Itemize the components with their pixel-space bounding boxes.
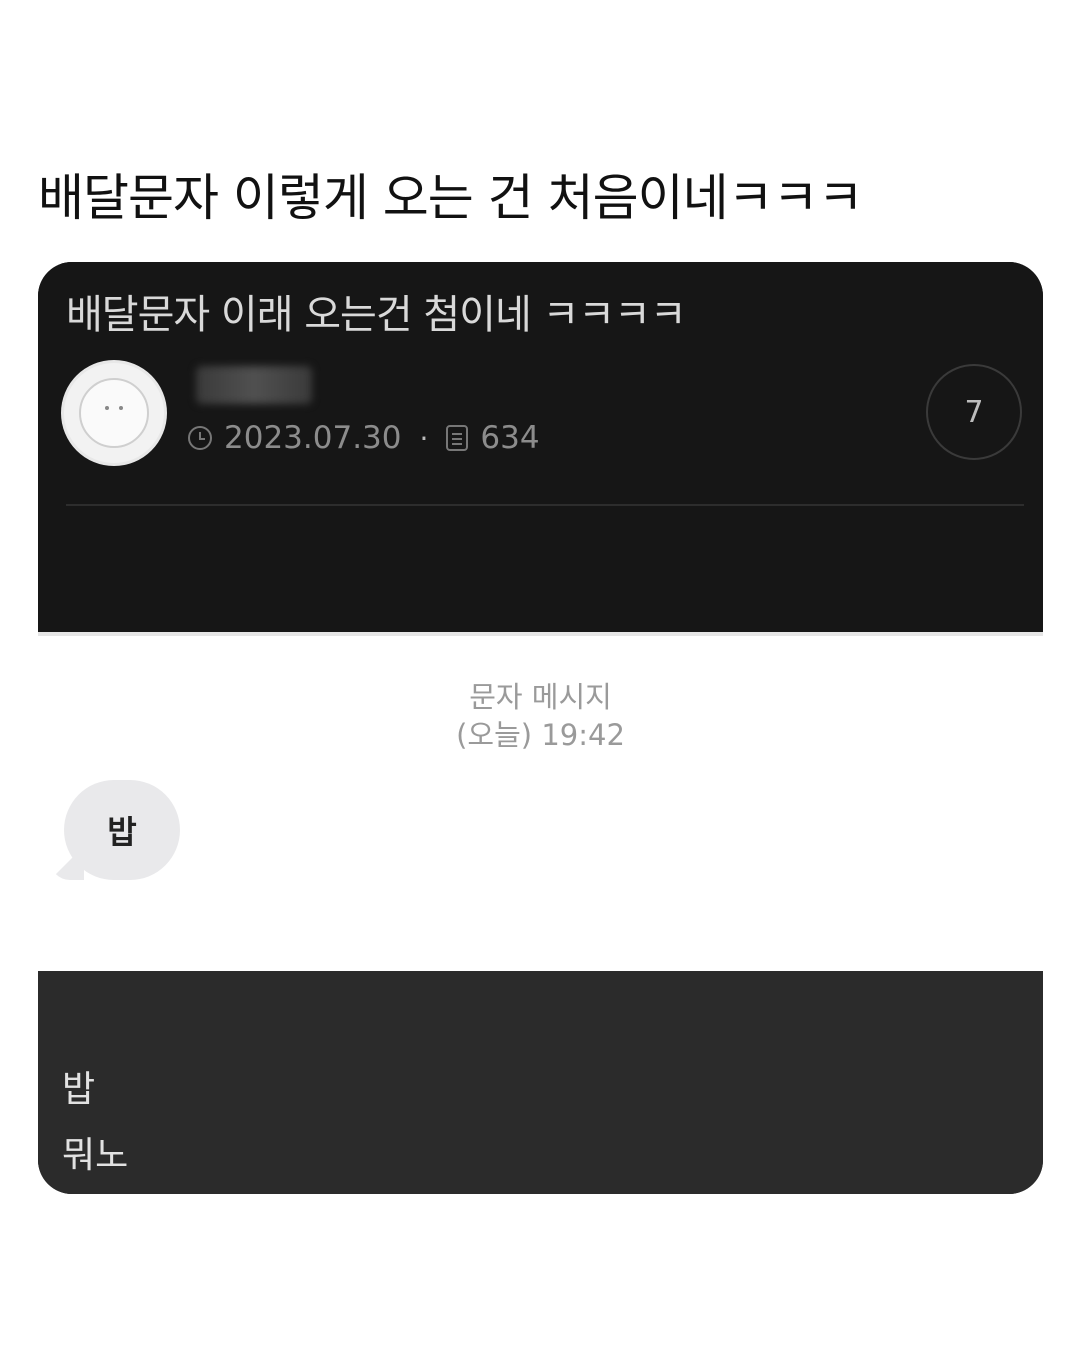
sms-time: (오늘) 19:42 [456, 718, 625, 752]
post-header: 배달문자 이래 오는건 첨이네 ㅋㅋㅋㅋ 2023.07.30 · 634 7 [38, 262, 1043, 632]
meta-separator: · [419, 421, 429, 455]
body-line: 뭐노 [62, 1135, 129, 1176]
avatar-character-icon [79, 378, 149, 448]
post-meta: 2023.07.30 · 634 [188, 420, 540, 456]
divider [66, 504, 1024, 506]
views-icon [446, 425, 469, 451]
body-line: 밥 [62, 1069, 96, 1110]
page-title: 배달문자 이렇게 오는 건 처음이네ㅋㅋㅋ [38, 169, 864, 227]
view-count: 634 [480, 420, 540, 456]
clock-icon [188, 426, 212, 450]
sms-screenshot: 문자 메시지 (오늘) 19:42 밥 [38, 632, 1043, 971]
avatar[interactable] [64, 363, 164, 463]
post-date: 2023.07.30 [224, 420, 402, 456]
post-title: 배달문자 이래 오는건 첨이네 ㅋㅋㅋㅋ [66, 292, 687, 338]
post-body-text: 밥 뭐노 [62, 1057, 128, 1189]
post-card: 배달문자 이래 오는건 첨이네 ㅋㅋㅋㅋ 2023.07.30 · 634 7 … [38, 262, 1043, 1194]
post-body: 밥 뭐노 [38, 971, 1043, 1194]
username-blurred [196, 366, 312, 404]
sms-label: 문자 메시지 [469, 680, 612, 714]
comment-count-button[interactable]: 7 [926, 364, 1022, 460]
message-bubble: 밥 [64, 780, 180, 880]
sms-header: 문자 메시지 (오늘) 19:42 [38, 678, 1043, 754]
